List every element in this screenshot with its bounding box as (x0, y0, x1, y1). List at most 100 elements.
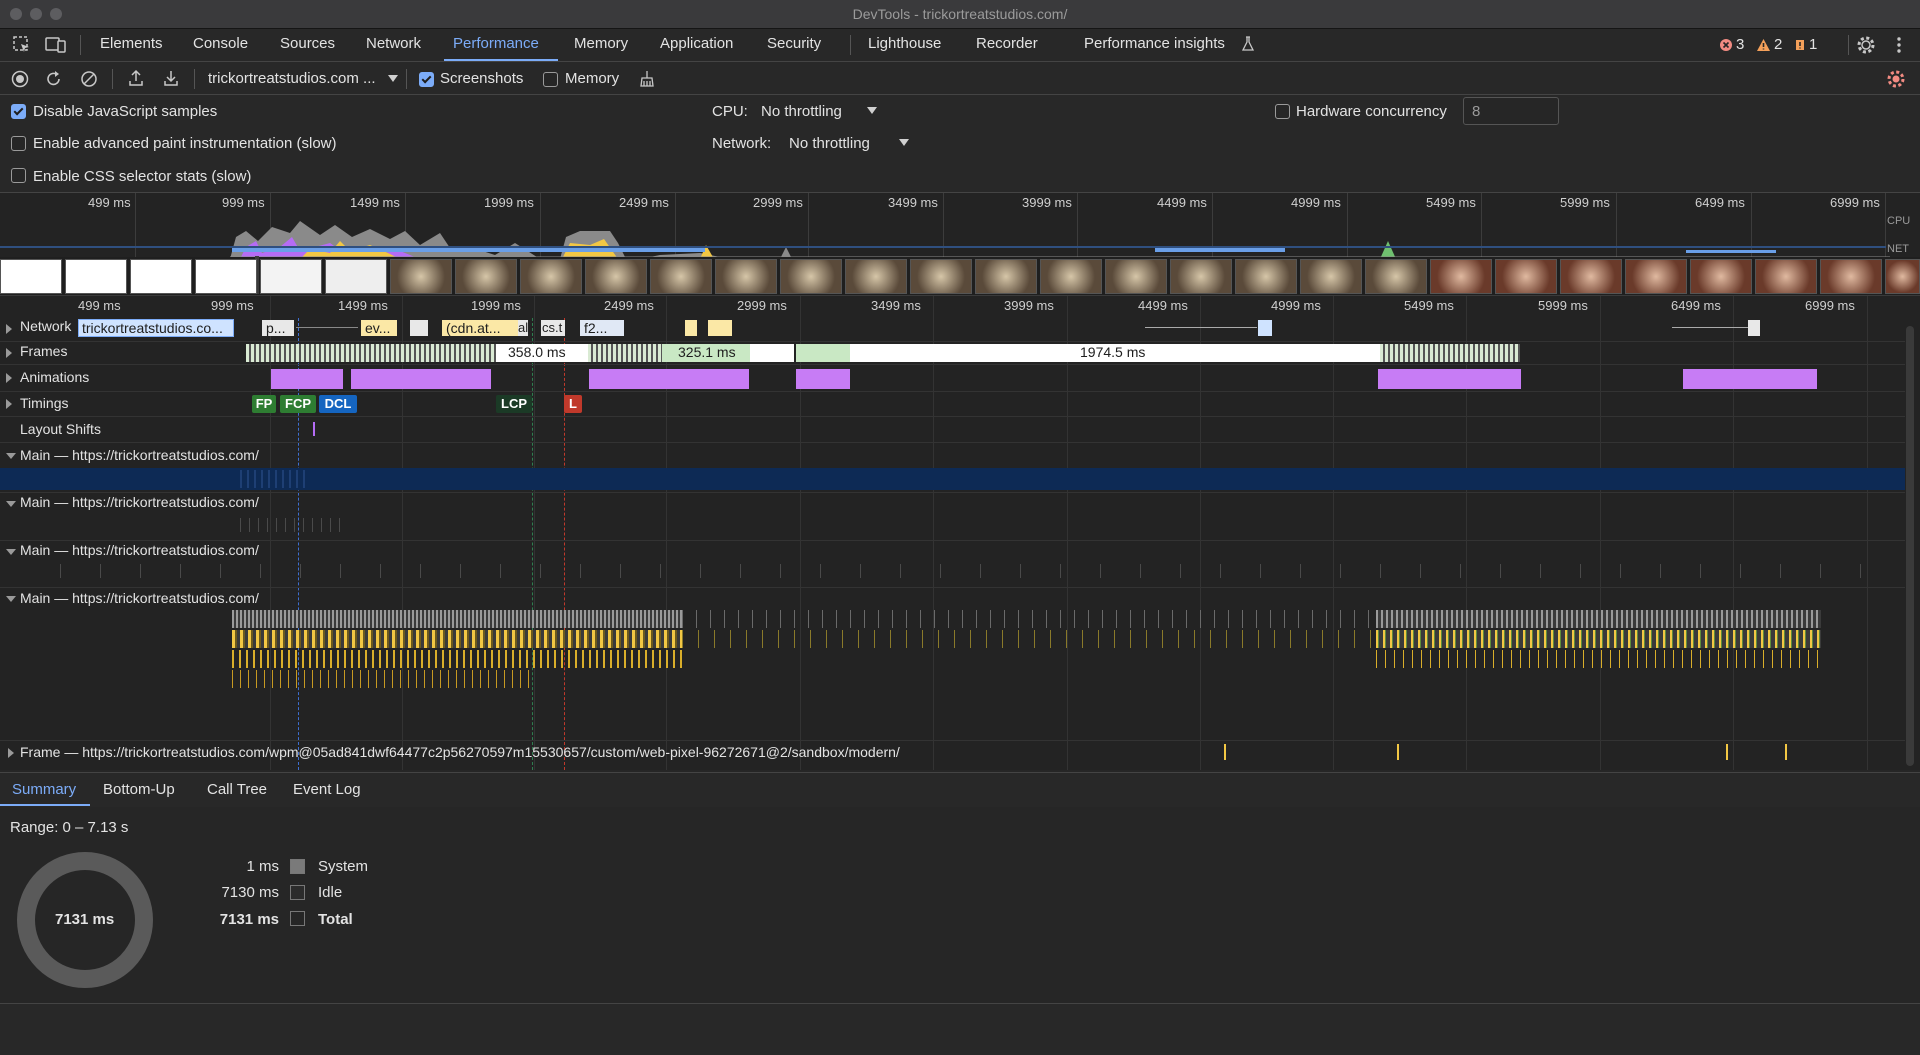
animation-bar[interactable] (1683, 369, 1817, 389)
screenshot-thumbnail[interactable] (0, 259, 62, 294)
tab-event-log[interactable]: Event Log (293, 781, 361, 798)
dropdown-arrow-icon[interactable] (867, 107, 877, 115)
expand-network-icon[interactable] (4, 324, 14, 334)
screenshot-thumbnail[interactable] (1235, 259, 1297, 294)
animation-bar[interactable] (351, 369, 491, 389)
more-options-icon[interactable] (1894, 35, 1904, 55)
network-request[interactable]: p... (262, 320, 294, 336)
expand-frame-icon[interactable] (6, 748, 16, 758)
fp-marker[interactable]: FP (252, 395, 276, 413)
main-thread-label[interactable]: Main — https://trickortreatstudios.com/ (20, 447, 259, 463)
frames-dense-region[interactable] (588, 344, 662, 362)
record-icon[interactable] (11, 70, 29, 88)
capture-settings-gear-icon[interactable] (1886, 69, 1906, 89)
screenshot-thumbnail[interactable] (325, 259, 387, 294)
frames-dense-region[interactable] (1380, 344, 1520, 362)
settings-gear-icon[interactable] (1855, 34, 1877, 56)
issues-counter[interactable]: 3 2 1 (1712, 33, 1820, 57)
frame-block[interactable]: 325.1 ms (662, 344, 750, 362)
screenshot-thumbnail[interactable] (195, 259, 257, 294)
screenshot-thumbnail[interactable] (1365, 259, 1427, 294)
screenshot-thumbnail[interactable] (1690, 259, 1752, 294)
collapse-main-icon[interactable] (6, 547, 16, 557)
network-request[interactable] (1748, 320, 1760, 336)
frame-task[interactable] (1397, 744, 1399, 760)
screenshot-thumbnail[interactable] (650, 259, 712, 294)
flame-chart[interactable]: 499 ms 999 ms 1499 ms 1999 ms 2499 ms 29… (0, 296, 1920, 770)
screenshot-thumbnail[interactable] (780, 259, 842, 294)
screenshot-thumbnail[interactable] (1625, 259, 1687, 294)
dcl-marker[interactable]: DCL (319, 395, 357, 413)
tab-lighthouse[interactable]: Lighthouse (868, 35, 941, 52)
garbage-collect-broom-icon[interactable] (638, 70, 656, 88)
tab-console[interactable]: Console (193, 35, 248, 52)
network-track-label[interactable]: Network (20, 318, 71, 334)
network-request[interactable]: (cdn.at... (442, 320, 518, 336)
frame-block[interactable]: 1974.5 ms (850, 344, 1380, 362)
main-thread-label[interactable]: Main — https://trickortreatstudios.com/ (20, 542, 259, 558)
collapse-main-icon[interactable] (6, 499, 16, 509)
main-thread-label[interactable]: Main — https://trickortreatstudios.com/ (20, 590, 259, 606)
layout-shift-mark[interactable] (313, 422, 315, 436)
tab-summary[interactable]: Summary (12, 781, 76, 798)
screenshot-thumbnail[interactable] (130, 259, 192, 294)
tab-memory[interactable]: Memory (574, 35, 628, 52)
lcp-marker[interactable]: LCP (496, 395, 532, 413)
script-bars[interactable] (232, 650, 682, 668)
screenshot-thumbnail[interactable] (1170, 259, 1232, 294)
tab-performance[interactable]: Performance (453, 35, 539, 52)
script-bars[interactable] (682, 630, 1382, 648)
screenshot-thumbnail[interactable] (1105, 259, 1167, 294)
device-toolbar-icon[interactable] (45, 35, 67, 55)
screenshot-thumbnail[interactable] (455, 259, 517, 294)
tab-bottom-up[interactable]: Bottom-Up (103, 781, 175, 798)
screenshot-thumbnail[interactable] (520, 259, 582, 294)
screenshot-thumbnail[interactable] (1300, 259, 1362, 294)
screenshot-thumbnail[interactable] (910, 259, 972, 294)
script-bars[interactable] (232, 670, 532, 688)
screenshot-thumbnail[interactable] (1755, 259, 1817, 294)
network-request[interactable] (410, 320, 428, 336)
frame-block[interactable] (750, 344, 794, 362)
network-throttle-select[interactable]: No throttling (789, 135, 870, 152)
screenshot-thumbnail[interactable] (1495, 259, 1557, 294)
css-selector-stats-checkbox[interactable] (11, 168, 26, 183)
frames-track-label[interactable]: Frames (20, 343, 67, 359)
frame-block[interactable] (796, 344, 850, 362)
frame-task[interactable] (1785, 744, 1787, 760)
screenshot-thumbnail[interactable] (975, 259, 1037, 294)
network-request[interactable]: al (518, 320, 528, 336)
tab-network[interactable]: Network (366, 35, 421, 52)
network-request[interactable]: f2... (580, 320, 624, 336)
animation-bar[interactable] (271, 369, 343, 389)
layout-shifts-track-label[interactable]: Layout Shifts (20, 421, 101, 437)
inspect-element-icon[interactable] (12, 35, 32, 55)
cpu-throttle-select[interactable]: No throttling (761, 103, 842, 120)
collapse-main-icon[interactable] (6, 451, 16, 461)
tab-sources[interactable]: Sources (280, 35, 335, 52)
task-bars[interactable] (682, 610, 1382, 628)
timings-track-label[interactable]: Timings (20, 395, 69, 411)
download-profile-icon[interactable] (162, 69, 180, 87)
expand-animations-icon[interactable] (4, 373, 14, 383)
screenshot-thumbnail[interactable] (1040, 259, 1102, 294)
collapse-main-icon[interactable] (6, 594, 16, 604)
recording-select[interactable]: trickortreatstudios.com ... (208, 70, 376, 87)
main-thread-label[interactable]: Main — https://trickortreatstudios.com/ (20, 494, 259, 510)
network-request[interactable] (685, 320, 697, 336)
frame-task[interactable] (1224, 744, 1226, 760)
frame-track-label[interactable]: Frame — https://trickortreatstudios.com/… (20, 744, 900, 760)
animation-bar[interactable] (796, 369, 850, 389)
screenshot-thumbnail[interactable] (715, 259, 777, 294)
frame-block[interactable]: 358.0 ms (496, 344, 588, 362)
frames-dense-region[interactable] (246, 344, 496, 362)
upload-profile-icon[interactable] (127, 69, 145, 87)
screenshot-thumbnail[interactable] (845, 259, 907, 294)
screenshot-thumbnail[interactable] (1430, 259, 1492, 294)
tab-recorder[interactable]: Recorder (976, 35, 1038, 52)
screenshot-thumbnail[interactable] (1885, 259, 1920, 294)
dropdown-arrow-icon[interactable] (899, 139, 909, 147)
dropdown-arrow-icon[interactable] (388, 75, 398, 83)
animation-bar[interactable] (589, 369, 749, 389)
tab-call-tree[interactable]: Call Tree (207, 781, 267, 798)
